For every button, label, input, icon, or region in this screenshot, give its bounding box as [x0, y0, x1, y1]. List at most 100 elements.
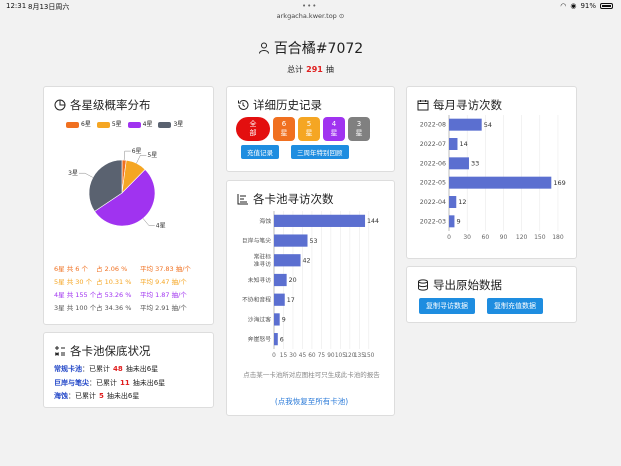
page-title: 百合橘#7072 — [273, 41, 364, 57]
pie-label-line — [136, 154, 147, 164]
bar[interactable] — [274, 234, 308, 247]
star-stat-cell: 平均 9.47 抽/个 — [140, 278, 187, 286]
reset-all-pools-link[interactable]: (点我恢复至所有卡池) — [227, 396, 396, 407]
star-card-title: 各星级概率分布 — [70, 98, 151, 112]
bar-value-label: 9 — [456, 218, 460, 226]
star-filter-button[interactable]: 3星 — [348, 117, 370, 141]
legend-item[interactable]: 3星 — [158, 119, 183, 128]
bar[interactable] — [274, 313, 280, 326]
y-category-label: 不协和音程 — [242, 296, 271, 304]
more-dots-icon[interactable]: ••• — [302, 2, 317, 10]
x-tick-label: 30 — [289, 353, 297, 359]
x-tick-label: 15 — [280, 353, 288, 359]
bar-value-label: 42 — [303, 257, 311, 264]
anniversary-review-button[interactable]: 三周年特别回顾 — [291, 145, 349, 159]
star-filter-button[interactable]: 5星 — [298, 117, 320, 141]
bar[interactable] — [449, 138, 458, 150]
history-card-title: 详细历史记录 — [253, 98, 322, 112]
wifi-icon: ◠ — [560, 2, 567, 10]
bar[interactable] — [274, 293, 285, 306]
bar-value-label: 12 — [458, 198, 466, 206]
bar-value-label: 33 — [471, 160, 479, 168]
star-stat-row: 5星 共 30 个占 10.31 % 平均 9.47 抽/个 — [54, 276, 200, 289]
bar[interactable] — [274, 333, 278, 346]
pity-status-card: 各卡池保底状况 常规卡池：已累计 48 抽未出6星 巨岸与笔尖：已累计 11 抽未出6星海… — [43, 332, 214, 408]
star-filter-button[interactable]: 4星 — [323, 117, 345, 141]
address-bar[interactable]: arkgacha.kwer.top ⊙ — [0, 12, 621, 20]
legend-item[interactable]: 5星 — [96, 119, 122, 128]
x-tick-label: 0 — [272, 353, 276, 359]
pie-label: 5星 — [147, 152, 157, 159]
bar-value-label: 169 — [553, 179, 565, 187]
pool-card-title: 各卡池寻访次数 — [253, 192, 334, 206]
pool-bar-chart[interactable]: 0 15 30 45 60 75 90 105120135150144海蚀53巨岸与笔尖42常… — [227, 209, 396, 369]
recharge-record-button[interactable]: 充值记录 — [241, 145, 279, 159]
monthly-visits-card: 每月寻访次数 0 30 60 90 120 150 180 54 2022-08 14 2022-0… — [406, 86, 577, 259]
legend-swatch — [127, 121, 141, 128]
y-category-label: 2022-04 — [420, 199, 446, 206]
y-category-label: 准寻访 — [254, 260, 272, 268]
export-card-title: 导出原始数据 — [433, 278, 502, 292]
copy-visit-data-button[interactable]: 复制寻访数据 — [419, 298, 475, 314]
legend-swatch — [66, 121, 79, 128]
x-tick-label: 90 — [500, 234, 508, 241]
pity-post: 抽未出6星 — [125, 365, 159, 373]
pity-list: 常规卡池：已累计 48 抽未出6星 巨岸与笔尖：已累计 11 抽未出6星 海蚀：已累计 5 抽未… — [54, 363, 165, 404]
bar[interactable] — [449, 157, 469, 170]
star-stat-cell: 5星 共 30 个 — [54, 278, 93, 286]
legend-item[interactable]: 6星 — [66, 119, 91, 128]
month-bar-chart: 0 30 60 90 120 150 180 54 2022-08 14 2022-07 33 2022… — [420, 115, 566, 241]
pool-chart-hint: 点击某一卡池所对应图柱可只生成此卡池的报告 — [243, 371, 380, 379]
battery-icon — [600, 3, 613, 9]
y-category-label: 未知寻访 — [248, 276, 271, 284]
star-stat-cell: 占 10.31 % — [96, 278, 132, 286]
bar-value-label: 54 — [484, 121, 492, 129]
star-filter-button[interactable]: 6星 — [273, 117, 295, 141]
bar[interactable] — [274, 254, 301, 267]
history-icon — [238, 99, 249, 110]
total-summary: 总计 291 抽 — [287, 65, 334, 74]
bar[interactable] — [449, 215, 455, 228]
legend-item[interactable]: 4星 — [127, 119, 152, 128]
x-tick-label: 30 — [463, 234, 471, 241]
bar[interactable] — [449, 118, 482, 131]
pity-row: 巨岸与笔尖：已累计 11 抽未出6星 — [54, 377, 165, 391]
star-filter-label: 6星 — [280, 120, 288, 137]
x-tick-label: 90 — [327, 353, 335, 359]
star-filter-button[interactable]: 全部 — [236, 117, 270, 141]
star-filter-label: 全部 — [249, 120, 257, 137]
bar-value-label: 53 — [310, 238, 318, 245]
pity-post: 抽未出6星 — [106, 392, 140, 400]
x-tick-label: 60 — [308, 353, 316, 359]
star-filter-label: 3星 — [355, 120, 363, 137]
pool-name: 常规卡池 — [54, 365, 82, 373]
bar[interactable] — [449, 176, 552, 189]
star-filter-label: 4星 — [330, 120, 338, 137]
pity-colon: ： — [89, 378, 96, 387]
copy-recharge-data-button[interactable]: 复制充值数据 — [487, 298, 543, 314]
star-stat-cell: 占 53.26 % — [96, 291, 132, 299]
bar-value-label: 17 — [287, 297, 295, 304]
pity-colon: ： — [68, 392, 75, 400]
bar-value-label: 144 — [367, 218, 379, 225]
bar-value-label: 20 — [289, 277, 297, 284]
bar[interactable] — [274, 214, 366, 227]
star-stat-row: 6星 共 6 个占 2.06 % 平均 37.83 抽/个 — [54, 263, 200, 276]
pie-label: 4星 — [156, 222, 166, 229]
star-stat-cell: 平均 1.87 抽/个 — [140, 291, 187, 299]
pity-post: 抽未出6星 — [132, 378, 166, 387]
x-tick-label: 180 — [552, 234, 564, 241]
star-stat-cell: 占 34.36 % — [96, 304, 132, 312]
total-count: 291 — [306, 65, 323, 74]
star-distribution-card: 各星级概率分布 6星 5星 4星 3星 6星 5星 4星 3星 6星 共 6 个占 2.06… — [43, 86, 214, 325]
star-stat-cell: 6星 共 6 个 — [54, 265, 88, 273]
pie-label-line — [142, 218, 155, 226]
bar-chart-icon — [237, 194, 248, 205]
pie-label-line — [123, 150, 131, 161]
x-tick-label: 45 — [299, 353, 307, 359]
bar[interactable] — [274, 273, 287, 287]
y-category-label: 海蚀 — [259, 217, 271, 225]
month-card-title: 每月寻访次数 — [433, 98, 502, 112]
bar[interactable] — [449, 196, 457, 208]
pie-label: 6星 — [132, 148, 142, 155]
